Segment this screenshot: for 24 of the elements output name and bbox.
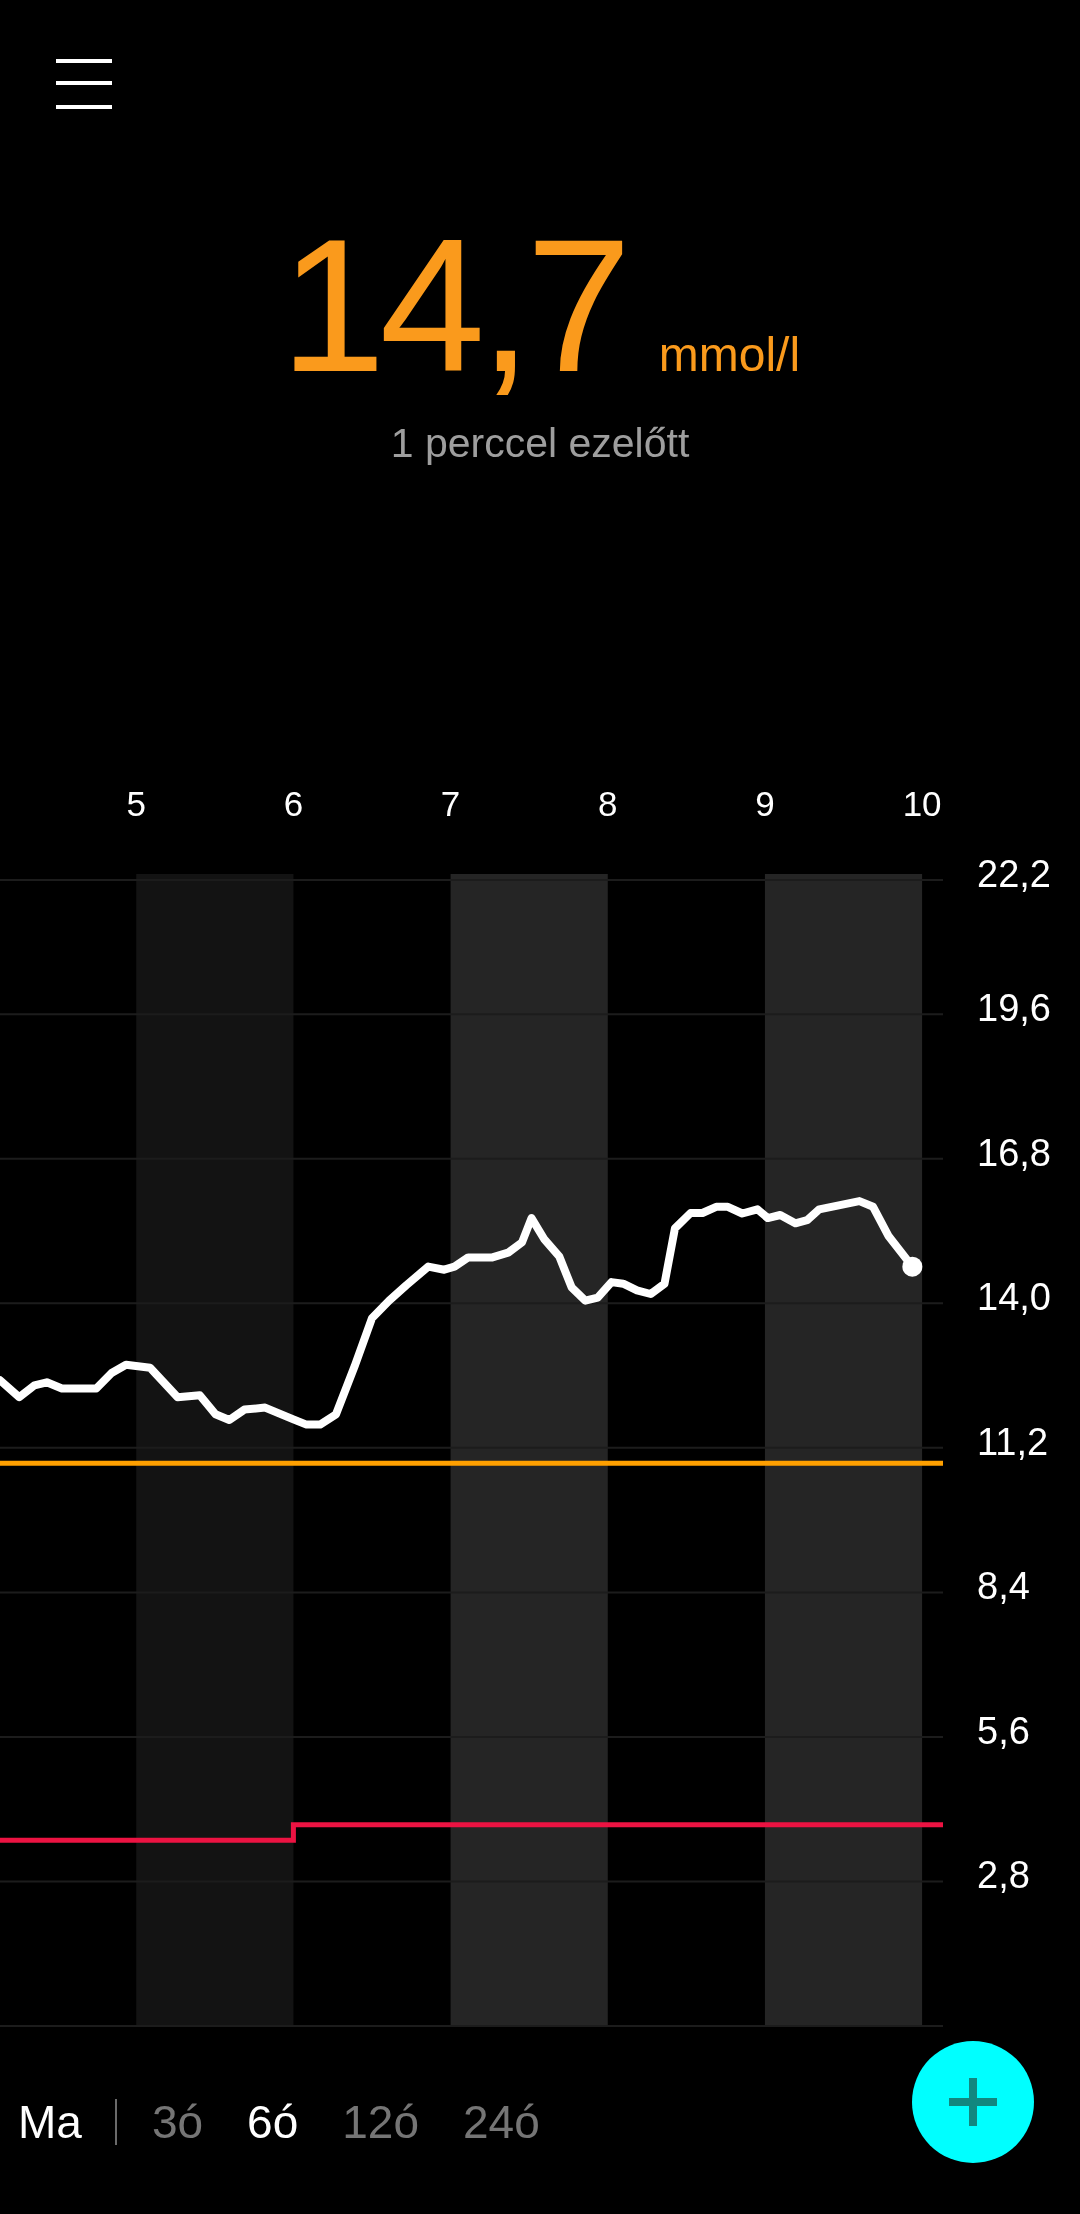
value-label: 5,6 [977,1709,1030,1752]
value-label: 14,0 [977,1276,1051,1319]
value-label: 2,8 [977,1854,1030,1897]
range-tab[interactable]: 12ó [342,2099,419,2145]
value-label: 22,2 [977,853,1051,895]
range-tab[interactable]: 6ó [247,2099,299,2145]
today-button[interactable]: Ma [18,2099,82,2145]
hour-label: 8 [598,783,618,823]
unit-label: mmol/l [658,331,801,379]
hour-label: 10 [902,783,942,823]
hour-label: 9 [755,783,775,823]
hour-label: 6 [283,783,304,823]
glucose-value: 14,7 [279,210,626,400]
value-label: 16,8 [977,1131,1051,1174]
value-label: 11,2 [977,1420,1049,1463]
range-tab[interactable]: 3ó [151,2099,204,2145]
hour-label: 7 [440,783,461,823]
range-tab[interactable]: 24ó [463,2099,540,2145]
menu-icon [56,59,112,109]
hour-label: 5 [126,783,146,823]
value-label: 8,4 [977,1565,1030,1608]
plus-icon [949,2078,997,2126]
reading-age: 1 perccel ezelőtt [390,419,690,468]
value-label: 19,6 [977,987,1051,1030]
